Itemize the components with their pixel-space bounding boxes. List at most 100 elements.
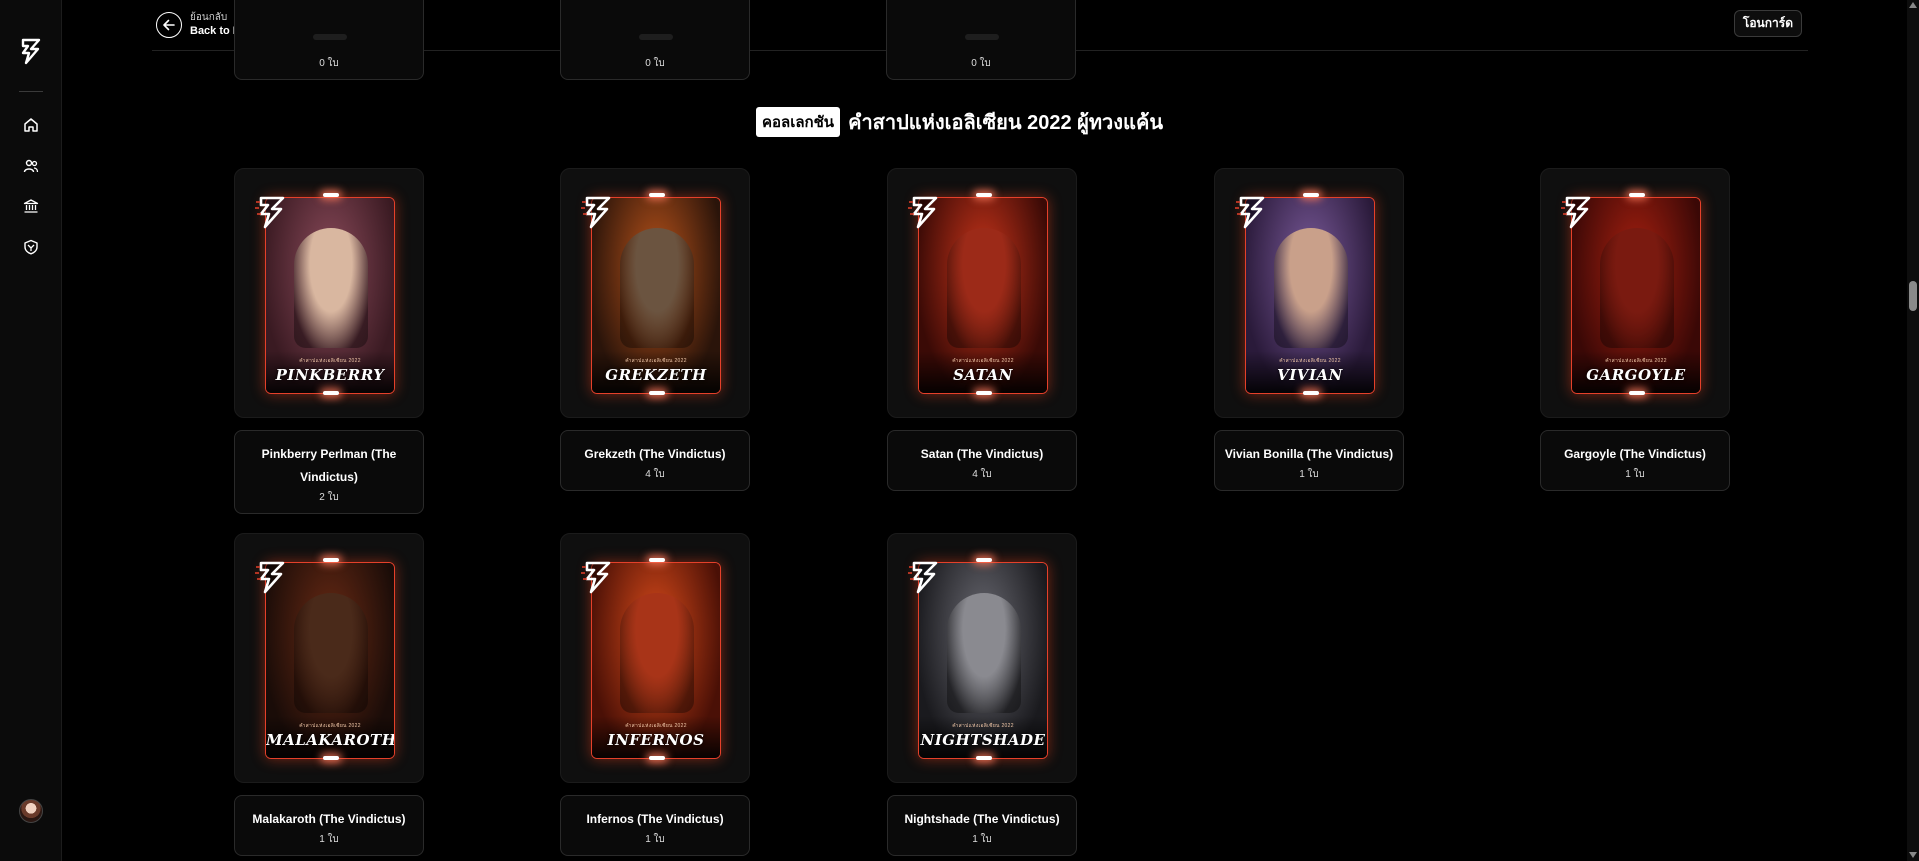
card-subtext: คำสาปแห่งเอลิเซียน 2022 [625, 358, 687, 364]
card-title: Vivian Bonilla (The Vindictus) [1224, 447, 1394, 461]
card-name: PINKBERRY [275, 366, 385, 384]
card-tile[interactable]: คำสาปแห่งเอลิเซียน 2022 INFERNOS [560, 533, 750, 783]
brand-logo[interactable] [18, 36, 44, 66]
card-glow [1303, 193, 1319, 197]
card-title: Gargoyle (The Vindictus) [1564, 447, 1706, 461]
scroll-thumb[interactable] [1909, 281, 1917, 311]
card-info[interactable]: Grekzeth (The Vindictus) 4 ใบ [560, 430, 750, 491]
card-count: 4 ใบ [645, 469, 665, 480]
card-info[interactable]: Satan (The Vindictus) 4 ใบ [887, 430, 1077, 491]
card-glow [323, 756, 339, 760]
card-glow [1303, 391, 1319, 395]
card-figure [947, 593, 1021, 713]
arrow-left-icon [163, 19, 175, 31]
collection-badge: คอลเลกชัน [755, 107, 841, 137]
card-count: 4 ใบ [972, 469, 992, 480]
card-subtext: คำสาปแห่งเอลิเซียน 2022 [952, 723, 1014, 729]
card-glow [976, 193, 992, 197]
brand-corner-icon [255, 561, 285, 594]
card-tile[interactable]: คำสาปแห่งเอลิเซียน 2022 VIVIAN [1214, 168, 1404, 418]
card-count: 1 ใบ [645, 834, 665, 845]
card-glow [1629, 193, 1645, 197]
card-count: 1 ใบ [1625, 469, 1645, 480]
card-info[interactable]: Vivian Bonilla (The Vindictus) 1 ใบ [1214, 430, 1404, 491]
card-subtext: คำสาปแห่งเอลิเซียน 2022 [1279, 358, 1341, 364]
card-count: 0 ใบ [319, 58, 339, 69]
card-title: Nightshade (The Vindictus) [904, 812, 1060, 826]
card-name: GARGOYLE [1586, 366, 1686, 384]
card-tile[interactable]: คำสาปแห่งเอลิเซียน 2022 GARGOYLE [1540, 168, 1730, 418]
card-count: 0 ใบ [971, 58, 991, 69]
card-subtext: คำสาปแห่งเอลิเซียน 2022 [952, 358, 1014, 364]
card-title: Satan (The Vindictus) [920, 447, 1044, 461]
bank-icon[interactable] [21, 196, 41, 216]
card-glow [976, 558, 992, 562]
card-info[interactable]: Nightshade (The Vindictus) 1 ใบ [887, 795, 1077, 856]
card-figure [294, 593, 368, 713]
card-count: 1 ใบ [1299, 469, 1319, 480]
card-info[interactable]: Pinkberry Perlman (The Vindictus) 2 ใบ [234, 430, 424, 514]
card-name: VIVIAN [1277, 366, 1343, 384]
card-glow [323, 193, 339, 197]
card-info[interactable]: Infernos (The Vindictus) 1 ใบ [560, 795, 750, 856]
text-placeholder [313, 34, 347, 40]
card-count: 0 ใบ [645, 58, 665, 69]
card-glow [976, 391, 992, 395]
previous-card-info[interactable]: 0 ใบ [886, 0, 1076, 80]
card-title: Pinkberry Perlman (The Vindictus) [261, 447, 397, 484]
card-figure [1600, 228, 1674, 348]
brand-corner-icon [255, 196, 285, 229]
card-tile[interactable]: คำสาปแห่งเอลิเซียน 2022 SATAN [887, 168, 1077, 418]
brand-corner-icon [1235, 196, 1265, 229]
user-avatar[interactable] [19, 799, 43, 823]
card-name: GREKZETH [605, 366, 707, 384]
card-name: NIGHTSHADE [920, 731, 1046, 749]
card-subtext: คำสาปแห่งเอลิเซียน 2022 [299, 723, 361, 729]
brand-corner-icon [908, 561, 938, 594]
text-placeholder [639, 34, 673, 40]
card-glow [323, 558, 339, 562]
card-title: Infernos (The Vindictus) [586, 812, 724, 826]
text-placeholder [965, 34, 999, 40]
brand-corner-icon [581, 561, 611, 594]
card-tile[interactable]: คำสาปแห่งเอลิเซียน 2022 NIGHTSHADE [887, 533, 1077, 783]
back-button[interactable] [156, 12, 182, 38]
card-glow [976, 756, 992, 760]
card-subtext: คำสาปแห่งเอลิเซียน 2022 [625, 723, 687, 729]
card-glow [649, 193, 665, 197]
card-figure [620, 228, 694, 348]
sidebar-divider [19, 91, 43, 92]
card-figure [947, 228, 1021, 348]
brand-corner-icon [1561, 196, 1591, 229]
collection-heading: คอลเลกชัน คำสาปแห่งเอลิเซียน 2022 ผู้ทวง… [0, 106, 1919, 138]
card-name: INFERNOS [607, 731, 705, 749]
card-glow [649, 756, 665, 760]
transfer-card-button[interactable]: โอนการ์ด [1733, 10, 1802, 37]
brand-corner-icon [908, 196, 938, 229]
card-tile[interactable]: คำสาปแห่งเอลิเซียน 2022 PINKBERRY [234, 168, 424, 418]
scroll-down-arrow[interactable] [1909, 852, 1917, 858]
brand-corner-icon [581, 196, 611, 229]
card-info[interactable]: Malakaroth (The Vindictus) 1 ใบ [234, 795, 424, 856]
card-figure [294, 228, 368, 348]
card-glow [323, 391, 339, 395]
card-name: SATAN [953, 366, 1013, 384]
card-info[interactable]: Gargoyle (The Vindictus) 1 ใบ [1540, 430, 1730, 491]
card-title: Malakaroth (The Vindictus) [252, 812, 406, 826]
card-figure [620, 593, 694, 713]
card-figure [1274, 228, 1348, 348]
card-subtext: คำสาปแห่งเอลิเซียน 2022 [1605, 358, 1667, 364]
users-icon[interactable] [21, 156, 41, 176]
card-count: 1 ใบ [972, 834, 992, 845]
card-glow [649, 391, 665, 395]
scrollbar[interactable] [1907, 0, 1919, 861]
card-title: Grekzeth (The Vindictus) [584, 447, 726, 461]
card-count: 2 ใบ [319, 492, 339, 503]
card-tile[interactable]: คำสาปแห่งเอลิเซียน 2022 MALAKAROTH [234, 533, 424, 783]
previous-card-info[interactable]: 0 ใบ [560, 0, 750, 80]
scroll-up-arrow[interactable] [1909, 2, 1917, 8]
shield-icon[interactable] [21, 237, 41, 257]
card-tile[interactable]: คำสาปแห่งเอลิเซียน 2022 GREKZETH [560, 168, 750, 418]
card-name: MALAKAROTH [266, 731, 395, 749]
previous-card-info[interactable]: 0 ใบ [234, 0, 424, 80]
